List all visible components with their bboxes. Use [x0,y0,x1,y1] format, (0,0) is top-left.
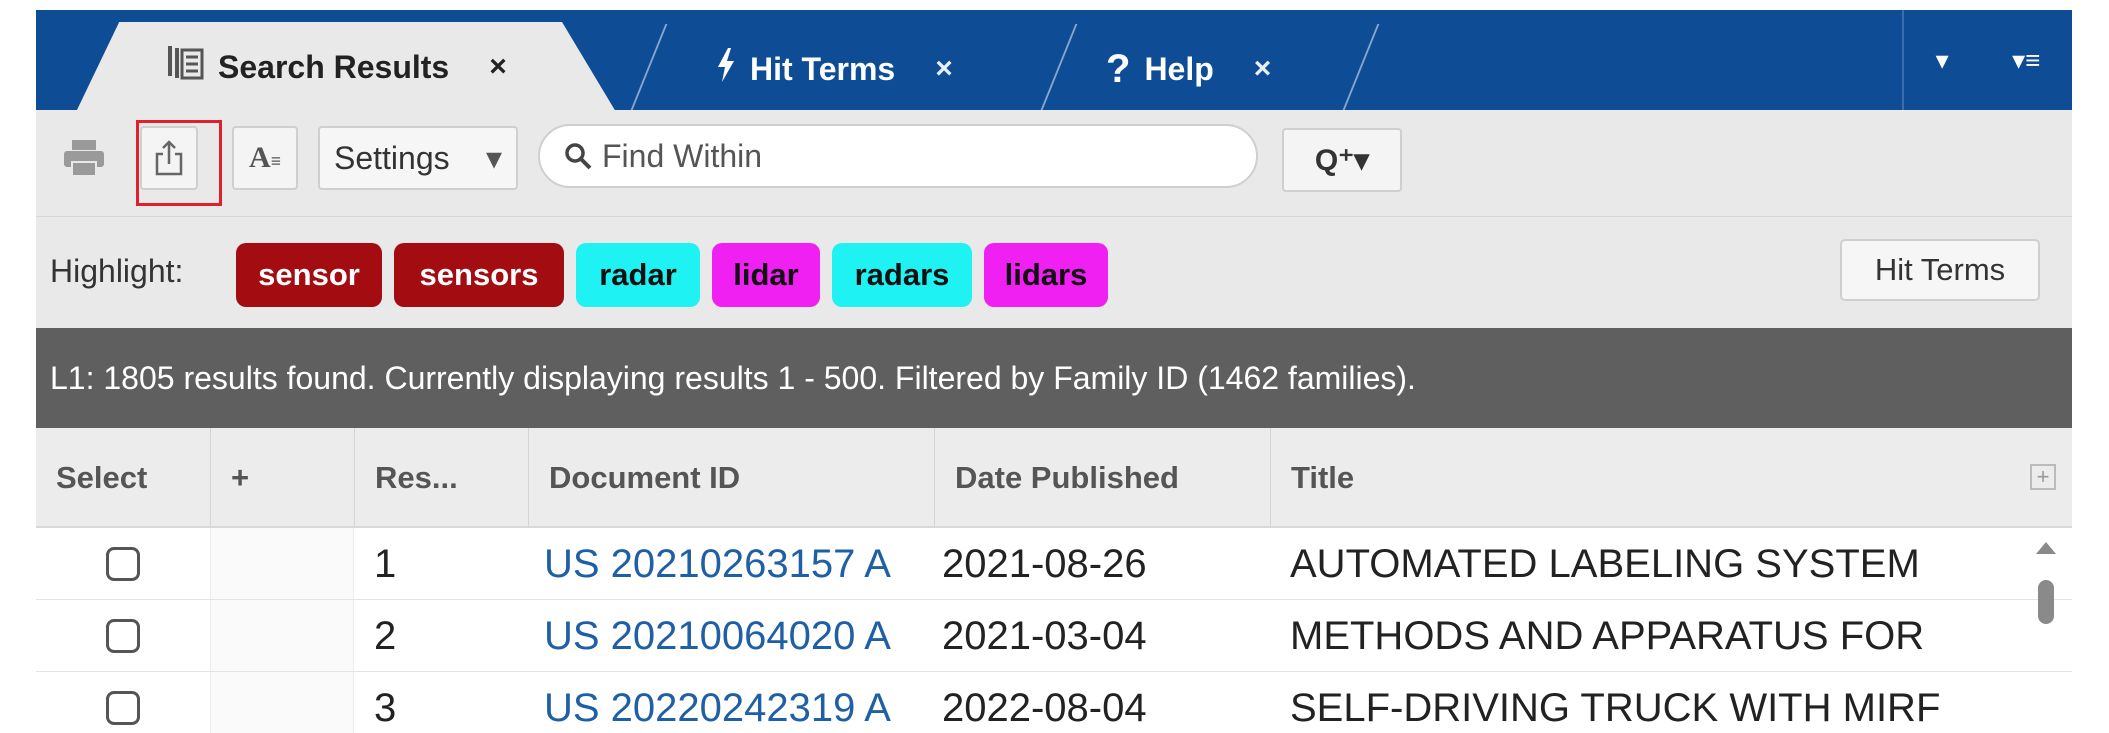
scroll-up-icon[interactable] [2036,542,2056,554]
close-icon[interactable]: × [935,52,953,86]
tab-label: Help [1144,50,1214,87]
tab-label: Search Results [218,48,450,85]
close-icon[interactable]: × [1254,52,1272,86]
table-row[interactable]: 1 US 20210263157 A 2021-08-26 AUTOMATED … [36,528,2072,600]
search-plus-icon: Q⁺▾ [1314,143,1370,177]
document-id-link[interactable]: US 20210064020 A [544,600,934,672]
result-number: 2 [374,613,397,658]
search-input[interactable] [602,137,1222,175]
highlight-bar: Highlight: sensor sensors radar lidar ra… [36,216,2072,328]
column-header-expand[interactable]: + [210,428,354,528]
lightning-icon [716,47,736,91]
row-checkbox[interactable] [106,691,140,725]
tab-help[interactable]: ? Help × [1046,24,1386,114]
question-icon: ? [1106,46,1131,91]
chevron-down-icon[interactable]: ▾ [1936,45,1949,76]
documents-icon [168,45,204,89]
row-checkbox[interactable] [106,619,140,653]
row-checkbox[interactable] [106,547,140,581]
find-within-search[interactable] [538,124,1258,188]
tab-search-results[interactable]: Search Results × [76,22,616,112]
search-options-button[interactable]: Q⁺▾ [1282,128,1402,192]
highlight-chip-radar[interactable]: radar [576,243,700,307]
add-column-icon[interactable]: + [2030,464,2056,490]
column-header-document-id[interactable]: Document ID [528,428,934,528]
toolbar: A≡ Settings ▾ Q⁺▾ [36,110,2072,216]
highlight-chip-lidars[interactable]: lidars [984,243,1108,307]
hit-terms-button[interactable]: Hit Terms [1840,239,2040,301]
vertical-scrollbar[interactable] [2032,528,2062,733]
column-header-title[interactable]: Title [1270,428,2072,528]
font-size-button[interactable]: A≡ [232,126,298,190]
table-header: Select + Res... Document ID Date Publish… [36,428,2072,528]
highlight-chip-sensor[interactable]: sensor [236,243,382,307]
column-header-result[interactable]: Res... [354,428,528,528]
document-id-link[interactable]: US 20210263157 A [544,528,934,600]
document-id-link[interactable]: US 20220242319 A [544,672,934,733]
search-icon [565,143,592,170]
title-cell: METHODS AND APPARATUS FOR [1290,613,1925,658]
tab-hit-terms[interactable]: Hit Terms × [626,24,1036,114]
font-size-icon: A≡ [249,141,281,174]
date-published: 2021-03-04 [942,613,1147,658]
date-published: 2022-08-04 [942,685,1147,730]
tab-menu-icon[interactable]: ▾≡ [2012,45,2040,76]
result-number: 1 [374,541,397,586]
print-icon [64,140,104,176]
scroll-thumb[interactable] [2038,580,2054,624]
title-cell: AUTOMATED LABELING SYSTEM [1290,541,1920,586]
table-row[interactable]: 2 US 20210064020 A 2021-03-04 METHODS AN… [36,600,2072,672]
date-published: 2021-08-26 [942,541,1147,586]
results-table: Select + Res... Document ID Date Publish… [36,428,2072,733]
highlight-chip-sensors[interactable]: sensors [394,243,564,307]
tab-bar-controls: ▾ ▾≡ [1902,10,2072,110]
close-icon[interactable]: × [489,50,507,84]
tab-bar: Search Results × Hit Terms × ? Help × ▾ … [36,10,2072,112]
column-header-date-published[interactable]: Date Published [934,428,1270,528]
settings-dropdown[interactable]: Settings ▾ [318,126,518,190]
result-number: 3 [374,685,397,730]
print-button[interactable] [52,126,116,190]
export-icon [155,140,183,176]
title-cell: SELF-DRIVING TRUCK WITH MIRF [1290,685,1941,730]
table-row[interactable]: 3 US 20220242319 A 2022-08-04 SELF-DRIVI… [36,672,2072,733]
export-button[interactable] [140,126,198,190]
results-status-bar: L1: 1805 results found. Currently displa… [36,328,2072,428]
highlight-label: Highlight: [50,253,184,289]
search-results-panel: Search Results × Hit Terms × ? Help × ▾ … [36,10,2072,733]
tab-label: Hit Terms [750,50,896,87]
highlight-chip-radars[interactable]: radars [832,243,972,307]
column-header-select[interactable]: Select [36,428,210,528]
settings-label: Settings [334,139,450,176]
highlight-chip-lidar[interactable]: lidar [712,243,820,307]
chevron-down-icon: ▾ [485,140,502,176]
